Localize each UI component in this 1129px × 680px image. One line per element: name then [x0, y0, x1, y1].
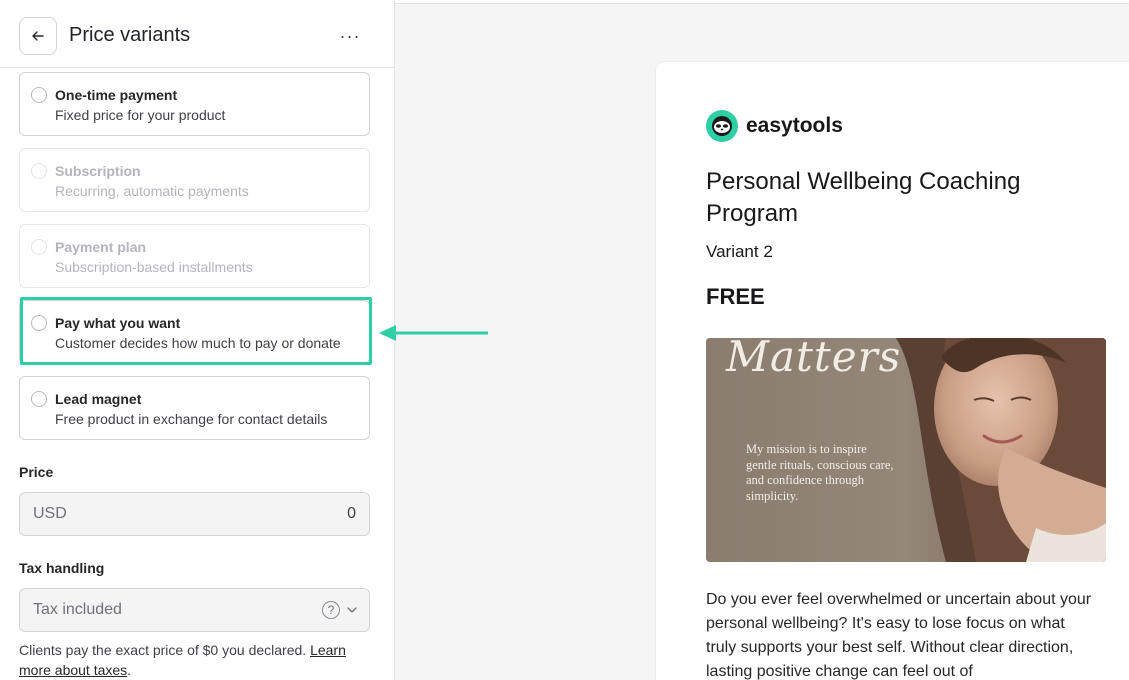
product-description: Do you ever feel overwhelmed or uncertai…	[706, 591, 1092, 680]
panel-header: Price variants ···	[0, 4, 394, 68]
radio-button[interactable]	[31, 87, 47, 103]
option-payment-plan: Payment plan Subscription-based installm…	[19, 224, 370, 288]
option-title: Lead magnet	[55, 391, 142, 407]
tax-note: Clients pay the exact price of $0 you de…	[19, 640, 379, 680]
option-description: Recurring, automatic payments	[55, 183, 249, 199]
price-label: Price	[19, 464, 54, 480]
option-title: Pay what you want	[55, 315, 181, 331]
option-one-time-payment[interactable]: One-time payment Fixed price for your pr…	[19, 72, 370, 136]
product-price: FREE	[706, 284, 765, 309]
option-pay-what-you-want[interactable]: Pay what you want Customer decides how m…	[19, 300, 370, 364]
tax-handling-label: Tax handling	[19, 560, 105, 576]
option-description: Fixed price for your product	[55, 107, 226, 123]
radio-button	[31, 163, 47, 179]
image-caption: My mission is to inspire gentle rituals,…	[746, 442, 894, 503]
tax-handling-value: Tax included	[33, 601, 122, 618]
chevron-down-icon	[347, 607, 357, 613]
option-subscription: Subscription Recurring, automatic paymen…	[19, 148, 370, 212]
question-circle-icon[interactable]: ?	[322, 601, 340, 619]
back-button[interactable]	[19, 17, 57, 55]
option-description: Customer decides how much to pay or dona…	[55, 335, 341, 351]
tax-handling-select[interactable]: Tax included ?	[19, 588, 370, 632]
option-description: Free product in exchange for contact det…	[55, 411, 328, 427]
option-title: Payment plan	[55, 239, 147, 255]
more-horizontal-icon: ···	[339, 25, 361, 46]
image-script-text: Matters	[726, 338, 902, 381]
price-variants-panel: Price variants ··· One-time payment Fixe…	[0, 0, 395, 680]
option-title: Subscription	[55, 163, 141, 179]
brand-name: easytools	[746, 114, 843, 137]
product-title: Personal Wellbeing Coaching Program	[706, 168, 1021, 227]
panel-title: Price variants	[69, 24, 191, 46]
radio-button	[31, 239, 47, 255]
tax-note-period: .	[127, 662, 132, 678]
currency-prefix: USD	[33, 505, 67, 522]
price-value: 0	[347, 505, 356, 522]
variant-name: Variant 2	[706, 242, 773, 261]
option-description: Subscription-based installments	[55, 259, 253, 275]
product-image: Matters My mission is to inspire gentle …	[706, 338, 1106, 562]
sloth-logo-icon	[706, 110, 738, 142]
product-preview: easytools Personal Wellbeing Coaching Pr…	[655, 61, 1129, 680]
annotation-arrow-icon	[379, 325, 488, 341]
more-options-button[interactable]: ···	[334, 22, 366, 50]
radio-button[interactable]	[31, 391, 47, 407]
tax-note-text: Clients pay the exact price of $0 you de…	[19, 642, 311, 658]
arrow-left-icon	[32, 31, 44, 41]
option-title: One-time payment	[55, 87, 178, 103]
price-input[interactable]: USD 0	[19, 492, 370, 536]
brand: easytools	[706, 109, 843, 143]
option-lead-magnet[interactable]: Lead magnet Free product in exchange for…	[19, 376, 370, 440]
radio-button[interactable]	[31, 315, 47, 331]
